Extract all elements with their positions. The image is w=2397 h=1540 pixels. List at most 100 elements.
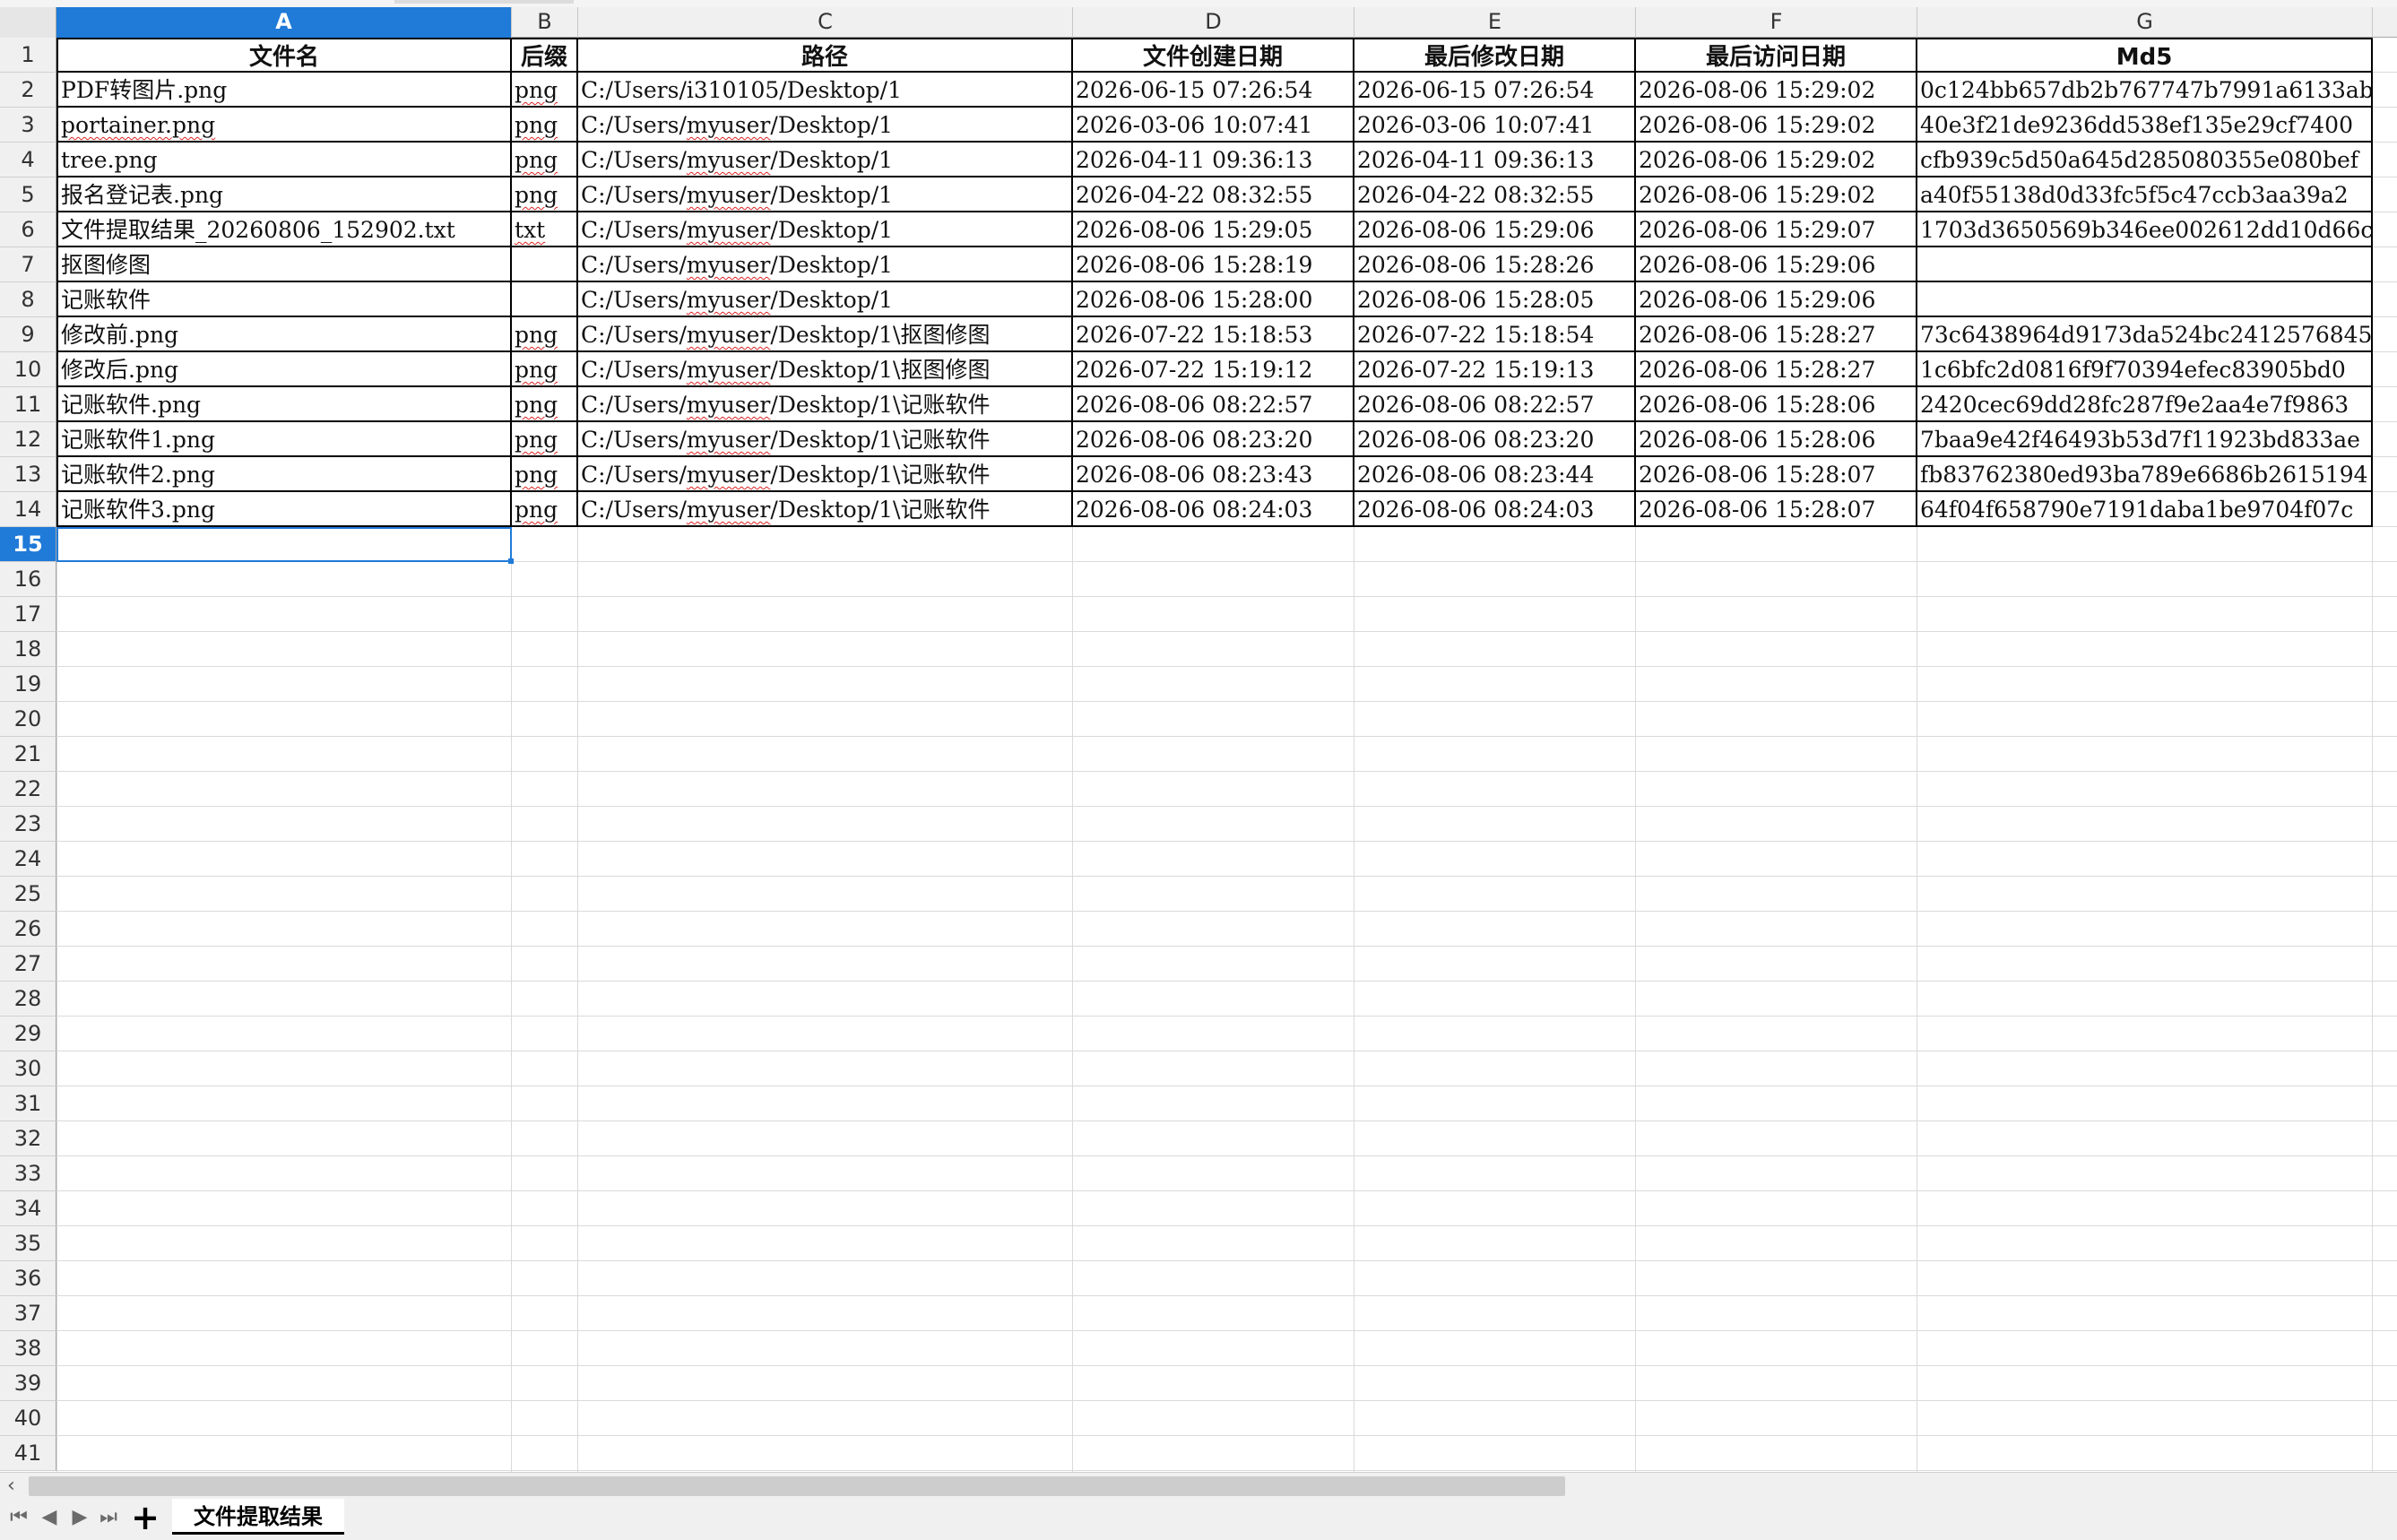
table-cell[interactable]: 2026-08-06 15:28:26 bbox=[1354, 247, 1636, 282]
row-header[interactable]: 5 bbox=[0, 177, 56, 212]
row-header[interactable]: 3 bbox=[0, 108, 56, 143]
table-cell[interactable]: 2026-08-06 15:28:00 bbox=[1073, 282, 1354, 317]
table-cell[interactable]: 0c124bb657db2b767747b7991a6133ab bbox=[1917, 73, 2373, 108]
table-cell[interactable]: PDF转图片.png bbox=[56, 73, 512, 108]
table-cell[interactable]: png bbox=[512, 492, 578, 527]
row-header[interactable]: 9 bbox=[0, 317, 56, 352]
table-cell[interactable]: C:/Users/myuser/Desktop/1\记账软件 bbox=[578, 422, 1073, 457]
table-cell[interactable]: 40e3f21de9236dd538ef135e29cf7400 bbox=[1917, 108, 2373, 143]
column-header-e[interactable]: E bbox=[1354, 7, 1636, 38]
table-cell[interactable]: C:/Users/i310105/Desktop/1 bbox=[578, 73, 1073, 108]
row-header[interactable]: 1 bbox=[0, 38, 56, 73]
row-header[interactable]: 27 bbox=[0, 947, 56, 982]
table-cell[interactable]: 2026-08-06 15:28:05 bbox=[1354, 282, 1636, 317]
table-cell[interactable]: 2026-08-06 15:28:06 bbox=[1636, 422, 1917, 457]
table-cell[interactable]: 2026-08-06 15:29:06 bbox=[1636, 282, 1917, 317]
row-header[interactable]: 32 bbox=[0, 1121, 56, 1156]
table-cell[interactable]: 2026-08-06 15:28:07 bbox=[1636, 457, 1917, 492]
table-cell[interactable]: C:/Users/myuser/Desktop/1\抠图修图 bbox=[578, 317, 1073, 352]
table-cell[interactable] bbox=[512, 282, 578, 317]
table-cell[interactable]: 2026-08-06 15:28:19 bbox=[1073, 247, 1354, 282]
table-cell[interactable]: 抠图修图 bbox=[56, 247, 512, 282]
row-header[interactable]: 15 bbox=[0, 527, 56, 562]
table-cell[interactable]: 2026-08-06 08:24:03 bbox=[1354, 492, 1636, 527]
last-sheet-icon[interactable]: ⏭ bbox=[97, 1504, 120, 1531]
table-cell[interactable]: C:/Users/myuser/Desktop/1 bbox=[578, 212, 1073, 247]
row-header[interactable]: 7 bbox=[0, 247, 56, 282]
row-header[interactable]: 12 bbox=[0, 422, 56, 457]
table-cell[interactable]: png bbox=[512, 317, 578, 352]
table-cell[interactable]: C:/Users/myuser/Desktop/1 bbox=[578, 282, 1073, 317]
table-cell[interactable]: 记账软件3.png bbox=[56, 492, 512, 527]
table-cell[interactable]: 2026-08-06 15:29:02 bbox=[1636, 73, 1917, 108]
column-header-a[interactable]: A bbox=[56, 7, 512, 38]
table-cell[interactable]: 64f04f658790e7191daba1be9704f07c bbox=[1917, 492, 2373, 527]
table-cell[interactable]: 2026-08-06 08:23:43 bbox=[1073, 457, 1354, 492]
table-cell[interactable]: 修改后.png bbox=[56, 352, 512, 387]
table-cell[interactable]: cfb939c5d50a645d285080355e080bef bbox=[1917, 143, 2373, 177]
row-header[interactable]: 8 bbox=[0, 282, 56, 317]
horizontal-scrollbar[interactable]: ‹ bbox=[0, 1472, 2397, 1499]
column-header-b[interactable]: B bbox=[512, 7, 578, 38]
table-cell[interactable]: 2026-08-06 15:29:06 bbox=[1636, 247, 1917, 282]
table-cell[interactable] bbox=[1917, 282, 2373, 317]
table-cell[interactable]: tree.png bbox=[56, 143, 512, 177]
table-cell[interactable]: C:/Users/myuser/Desktop/1 bbox=[578, 177, 1073, 212]
row-header[interactable]: 29 bbox=[0, 1017, 56, 1051]
row-header[interactable]: 4 bbox=[0, 143, 56, 177]
table-cell[interactable]: 修改前.png bbox=[56, 317, 512, 352]
column-header-f[interactable]: F bbox=[1636, 7, 1917, 38]
table-cell[interactable]: 2026-08-06 08:23:20 bbox=[1354, 422, 1636, 457]
table-cell[interactable]: 2026-08-06 08:22:57 bbox=[1073, 387, 1354, 422]
table-cell[interactable]: 2026-08-06 15:29:02 bbox=[1636, 177, 1917, 212]
add-sheet-button[interactable]: + bbox=[127, 1501, 163, 1535]
row-header[interactable]: 20 bbox=[0, 702, 56, 737]
table-cell[interactable]: fb83762380ed93ba789e6686b2615194 bbox=[1917, 457, 2373, 492]
table-cell[interactable]: portainer.png bbox=[56, 108, 512, 143]
table-cell[interactable]: 文件提取结果_20260806_152902.txt bbox=[56, 212, 512, 247]
table-cell[interactable]: 2026-08-06 15:28:27 bbox=[1636, 352, 1917, 387]
column-header-d[interactable]: D bbox=[1073, 7, 1354, 38]
table-cell[interactable]: 73c6438964d9173da524bc2412576845 bbox=[1917, 317, 2373, 352]
table-cell[interactable]: 2026-08-06 08:23:44 bbox=[1354, 457, 1636, 492]
table-cell[interactable]: 2026-08-06 08:22:57 bbox=[1354, 387, 1636, 422]
first-sheet-icon[interactable]: ⏮ bbox=[7, 1504, 30, 1531]
table-cell[interactable]: 1c6bfc2d0816f9f70394efec83905bd0 bbox=[1917, 352, 2373, 387]
table-cell[interactable]: 1703d3650569b346ee002612dd10d66c bbox=[1917, 212, 2373, 247]
sheet-tab-active[interactable]: 文件提取结果 bbox=[172, 1499, 344, 1535]
table-cell[interactable]: png bbox=[512, 177, 578, 212]
column-title[interactable]: 后缀 bbox=[512, 38, 578, 73]
row-header[interactable]: 28 bbox=[0, 982, 56, 1017]
table-cell[interactable]: C:/Users/myuser/Desktop/1\抠图修图 bbox=[578, 352, 1073, 387]
row-header[interactable]: 33 bbox=[0, 1156, 56, 1191]
table-cell[interactable]: 2026-06-15 07:26:54 bbox=[1073, 73, 1354, 108]
table-cell[interactable]: C:/Users/myuser/Desktop/1 bbox=[578, 108, 1073, 143]
table-cell[interactable]: png bbox=[512, 108, 578, 143]
row-header[interactable]: 34 bbox=[0, 1191, 56, 1226]
table-cell[interactable]: C:/Users/myuser/Desktop/1 bbox=[578, 247, 1073, 282]
table-cell[interactable]: C:/Users/myuser/Desktop/1\记账软件 bbox=[578, 387, 1073, 422]
row-header[interactable]: 26 bbox=[0, 912, 56, 947]
column-header-c[interactable]: C bbox=[578, 7, 1073, 38]
column-header-g[interactable]: G bbox=[1917, 7, 2373, 38]
table-cell[interactable]: 2026-08-06 15:29:05 bbox=[1073, 212, 1354, 247]
table-cell[interactable]: 2026-08-06 15:28:27 bbox=[1636, 317, 1917, 352]
column-title[interactable]: Md5 bbox=[1917, 38, 2373, 73]
table-cell[interactable]: 2026-08-06 08:23:20 bbox=[1073, 422, 1354, 457]
table-cell[interactable]: C:/Users/myuser/Desktop/1\记账软件 bbox=[578, 457, 1073, 492]
table-cell[interactable]: 2026-07-22 15:18:53 bbox=[1073, 317, 1354, 352]
prev-sheet-icon[interactable]: ◀ bbox=[38, 1504, 61, 1531]
table-cell[interactable]: 2026-07-22 15:19:12 bbox=[1073, 352, 1354, 387]
table-cell[interactable]: png bbox=[512, 352, 578, 387]
table-cell[interactable]: 7baa9e42f46493b53d7f11923bd833ae bbox=[1917, 422, 2373, 457]
table-cell[interactable]: png bbox=[512, 387, 578, 422]
select-all-corner[interactable] bbox=[0, 7, 56, 38]
table-cell[interactable]: 记账软件2.png bbox=[56, 457, 512, 492]
table-cell[interactable]: txt bbox=[512, 212, 578, 247]
row-header[interactable]: 10 bbox=[0, 352, 56, 387]
column-title[interactable]: 最后修改日期 bbox=[1354, 38, 1636, 73]
table-cell[interactable]: 2026-04-11 09:36:13 bbox=[1354, 143, 1636, 177]
table-cell[interactable]: 2026-03-06 10:07:41 bbox=[1073, 108, 1354, 143]
next-sheet-icon[interactable]: ▶ bbox=[68, 1504, 91, 1531]
row-header[interactable]: 17 bbox=[0, 597, 56, 632]
